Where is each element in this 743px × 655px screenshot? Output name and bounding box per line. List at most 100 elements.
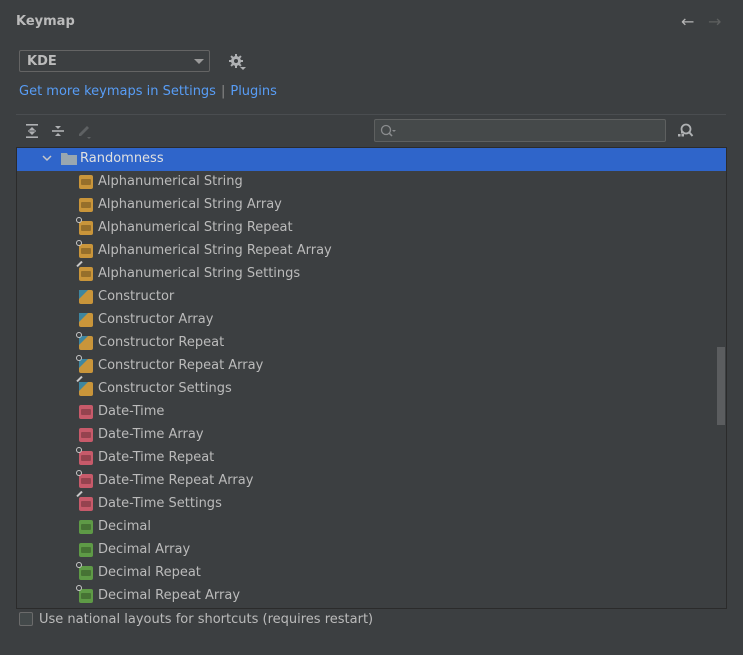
expand-all-icon <box>26 124 38 138</box>
repeat-icon <box>76 585 82 591</box>
datetime-action-icon <box>76 470 93 488</box>
folder-icon <box>61 153 77 165</box>
icon-glyph <box>81 501 91 507</box>
tree-item[interactable]: Alphanumerical String Repeat <box>17 217 726 240</box>
repeat-icon <box>76 447 82 453</box>
keymap-tree[interactable]: Randomness Alphanumerical String Alphanum… <box>16 147 727 609</box>
forward-button[interactable]: → <box>708 12 721 31</box>
page-title: Keymap <box>16 14 75 29</box>
tree-item-label: Alphanumerical String Array <box>98 197 282 212</box>
tree-item-label: Constructor Repeat <box>98 335 225 350</box>
tree-item[interactable]: Constructor Array <box>17 309 726 332</box>
tree-item-label: Date-Time Settings <box>98 496 222 511</box>
icon-glyph <box>81 202 91 208</box>
scrollbar-thumb[interactable] <box>717 347 725 425</box>
tree-item[interactable]: Date-Time Repeat Array <box>17 470 726 493</box>
collapse-all-button[interactable] <box>50 123 66 139</box>
tree-item-label: Alphanumerical String Settings <box>98 266 301 281</box>
tree-item[interactable]: Decimal <box>17 516 726 539</box>
keymap-selected-value: KDE <box>27 54 57 69</box>
tree-item-label: Decimal Repeat Array <box>98 588 241 603</box>
string-action-icon <box>76 217 93 235</box>
settings-link[interactable]: Get more keymaps in Settings <box>19 84 216 99</box>
arrow-left-icon: ← <box>681 12 695 31</box>
divider <box>16 114 726 115</box>
chevron-down-icon <box>194 59 204 64</box>
repeat-icon <box>76 332 82 338</box>
search-input[interactable] <box>401 122 660 140</box>
tree-item-label: Constructor <box>98 289 175 304</box>
repeat-icon <box>76 217 82 223</box>
icon-glyph <box>81 432 91 438</box>
chevron-down-icon[interactable] <box>41 152 53 164</box>
link-separator: | <box>220 84 226 99</box>
tree-item[interactable]: Decimal Repeat <box>17 562 726 585</box>
datetime-action-icon <box>76 447 93 465</box>
back-button[interactable]: ← <box>681 12 694 31</box>
tree-item-label: Alphanumerical String Repeat <box>98 220 293 235</box>
gear-icon <box>229 54 246 70</box>
repeat-icon <box>76 240 82 246</box>
tree-item[interactable]: Date-Time Array <box>17 424 726 447</box>
decimal-action-icon <box>79 520 93 534</box>
tree-item[interactable]: Date-Time Repeat <box>17 447 726 470</box>
tree-group-randomness[interactable]: Randomness <box>17 148 726 171</box>
constructor-corner-mark <box>79 290 88 299</box>
expand-all-button[interactable] <box>24 123 40 139</box>
icon-glyph <box>81 547 91 553</box>
icon-glyph <box>81 248 91 254</box>
icon-glyph <box>81 179 91 185</box>
tree-item[interactable]: Decimal Repeat Array <box>17 585 726 608</box>
edit-shortcut-button[interactable] <box>76 123 92 139</box>
plugins-link[interactable]: Plugins <box>230 84 277 99</box>
repeat-icon <box>76 470 82 476</box>
keymap-dropdown[interactable]: KDE <box>19 50 210 72</box>
constructor-action-icon <box>76 355 93 373</box>
icon-glyph <box>81 271 91 277</box>
national-layouts-checkbox[interactable] <box>19 612 33 626</box>
string-action-icon <box>76 260 93 281</box>
icon-glyph <box>81 455 91 461</box>
tree-item[interactable]: Date-Time <box>17 401 726 424</box>
tree-item[interactable]: Constructor <box>17 286 726 309</box>
tree-item[interactable]: Constructor Repeat <box>17 332 726 355</box>
tree-item-label: Alphanumerical String <box>98 174 243 189</box>
constructor-corner-mark <box>79 313 88 322</box>
national-layouts-label: Use national layouts for shortcuts (requ… <box>39 612 374 627</box>
tree-item[interactable]: Alphanumerical String Settings <box>17 260 726 286</box>
tree-item[interactable]: Constructor Repeat Array <box>17 355 726 378</box>
keymap-links: Get more keymaps in Settings | Plugins <box>19 84 277 99</box>
tree-item[interactable]: Alphanumerical String Repeat Array <box>17 240 726 263</box>
tree-item[interactable]: Decimal Array <box>17 539 726 562</box>
tree-item-label: Constructor Settings <box>98 381 232 396</box>
find-by-shortcut-button[interactable] <box>676 122 694 140</box>
search-field[interactable] <box>374 119 666 142</box>
decimal-action-icon <box>79 543 93 557</box>
icon-glyph <box>81 409 91 415</box>
constructor-corner-mark <box>79 382 88 391</box>
tree-item-label: Decimal <box>98 519 152 534</box>
edit-icon <box>79 126 91 139</box>
tree-group-label: Randomness <box>80 151 164 166</box>
datetime-action-icon <box>79 428 93 442</box>
icon-glyph <box>81 524 91 530</box>
icon-glyph <box>81 570 91 576</box>
keymap-settings-button[interactable] <box>228 53 246 71</box>
tree-item[interactable]: Alphanumerical String Array <box>17 194 726 217</box>
string-action-icon <box>76 240 93 258</box>
repeat-icon <box>76 562 82 568</box>
datetime-action-icon <box>76 490 93 511</box>
constructor-action-icon <box>76 375 93 396</box>
tree-item[interactable]: Constructor Settings <box>17 375 726 401</box>
tree-item-label: Constructor Array <box>98 312 214 327</box>
tree-item[interactable]: Alphanumerical String <box>17 171 726 194</box>
string-action-icon <box>79 198 93 212</box>
icon-glyph <box>81 225 91 231</box>
tree-item-label: Date-Time Array <box>98 427 204 442</box>
tree-item[interactable]: Date-Time Settings <box>17 490 726 516</box>
tree-item-label: Date-Time Repeat Array <box>98 473 254 488</box>
repeat-icon <box>76 355 82 361</box>
tree-item-label: Date-Time <box>98 404 165 419</box>
string-action-icon <box>79 175 93 189</box>
decimal-action-icon <box>76 585 93 603</box>
